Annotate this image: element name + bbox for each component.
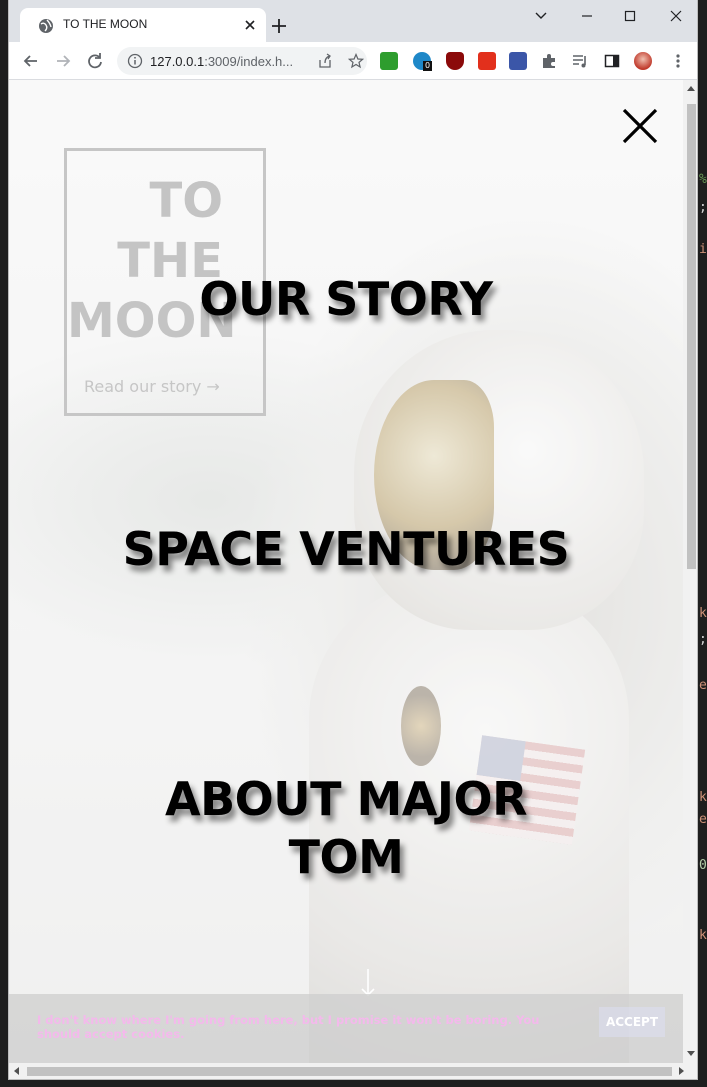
- editor-glyph: k: [699, 928, 707, 943]
- editor-glyph: e: [699, 678, 707, 693]
- menu-item-space-ventures[interactable]: SPACE VENTURES: [9, 520, 683, 578]
- close-menu-icon[interactable]: [621, 107, 659, 145]
- extension-green-icon[interactable]: [380, 52, 398, 70]
- maximize-icon[interactable]: [618, 7, 642, 25]
- star-icon[interactable]: [348, 53, 364, 69]
- url-path: :3009/index.h...: [204, 54, 294, 69]
- editor-glyph: %: [699, 172, 707, 187]
- horizontal-scroll-thumb[interactable]: [27, 1067, 672, 1076]
- scroll-down-icon[interactable]: [687, 1051, 695, 1056]
- cookie-message: I don't know where I'm going from here, …: [37, 1013, 540, 1041]
- puzzle-icon[interactable]: [540, 52, 558, 70]
- tab-title: TO THE MOON: [63, 17, 148, 31]
- avatar[interactable]: [634, 52, 652, 70]
- address-bar[interactable]: 127.0.0.1:3009/index.h...: [117, 47, 367, 75]
- editor-glyph: ;: [699, 632, 707, 647]
- page-viewport: TO THE MOON Read our story → OUR STORY S…: [9, 80, 683, 1063]
- editor-glyph: i: [699, 242, 707, 257]
- url-text: 127.0.0.1:3009/index.h...: [150, 54, 293, 69]
- tab-strip: TO THE MOON: [9, 0, 697, 42]
- menu-item-our-story[interactable]: OUR STORY: [9, 270, 683, 328]
- extension-ghost-icon[interactable]: 0: [413, 52, 433, 71]
- info-icon[interactable]: [127, 53, 143, 69]
- browser-toolbar: 127.0.0.1:3009/index.h... 0: [9, 42, 697, 80]
- editor-glyph: ;: [699, 200, 707, 215]
- browser-tab[interactable]: TO THE MOON: [20, 8, 266, 42]
- read-story-link[interactable]: Read our story →: [84, 377, 220, 396]
- editor-glyph: 0: [699, 858, 707, 873]
- kebab-menu-icon[interactable]: [669, 52, 687, 70]
- editor-glyph: e: [699, 812, 707, 827]
- new-tab-icon[interactable]: [268, 15, 290, 37]
- minimize-icon[interactable]: [575, 7, 599, 25]
- reading-list-icon[interactable]: [571, 52, 589, 70]
- scroll-left-icon[interactable]: [14, 1067, 19, 1075]
- share-icon[interactable]: [317, 53, 333, 69]
- url-host: 127.0.0.1: [150, 54, 205, 69]
- back-icon[interactable]: [20, 50, 42, 72]
- close-tab-icon[interactable]: [242, 17, 258, 33]
- logo-line: TO: [149, 173, 223, 229]
- close-window-icon[interactable]: [664, 7, 688, 25]
- reload-icon[interactable]: [84, 50, 106, 72]
- scroll-right-icon[interactable]: [679, 1067, 684, 1075]
- scroll-up-icon[interactable]: [687, 86, 695, 91]
- vertical-scroll-thumb[interactable]: [687, 104, 696, 569]
- accept-cookies-button[interactable]: ACCEPT: [599, 1007, 665, 1037]
- extension-red-icon[interactable]: [478, 52, 496, 70]
- forward-icon[interactable]: [52, 50, 74, 72]
- menu-item-about-major-tom[interactable]: ABOUT MAJOR TOM: [9, 770, 683, 886]
- vertical-scrollbar[interactable]: [683, 80, 697, 1063]
- globe-icon: [39, 19, 53, 33]
- ublock-icon[interactable]: [446, 52, 464, 70]
- cookie-banner: I don't know where I'm going from here, …: [9, 994, 683, 1063]
- editor-glyph: k: [699, 606, 707, 621]
- editor-glyph: k: [699, 790, 707, 805]
- extension-check-icon[interactable]: [509, 52, 527, 70]
- browser-window: TO THE MOON 127.0.0.1:3009/index.h... 0 …: [8, 0, 698, 1080]
- horizontal-scrollbar[interactable]: [9, 1063, 697, 1079]
- side-panel-icon[interactable]: [603, 52, 621, 70]
- chevron-down-icon[interactable]: [529, 7, 553, 25]
- extension-badge: 0: [423, 61, 433, 71]
